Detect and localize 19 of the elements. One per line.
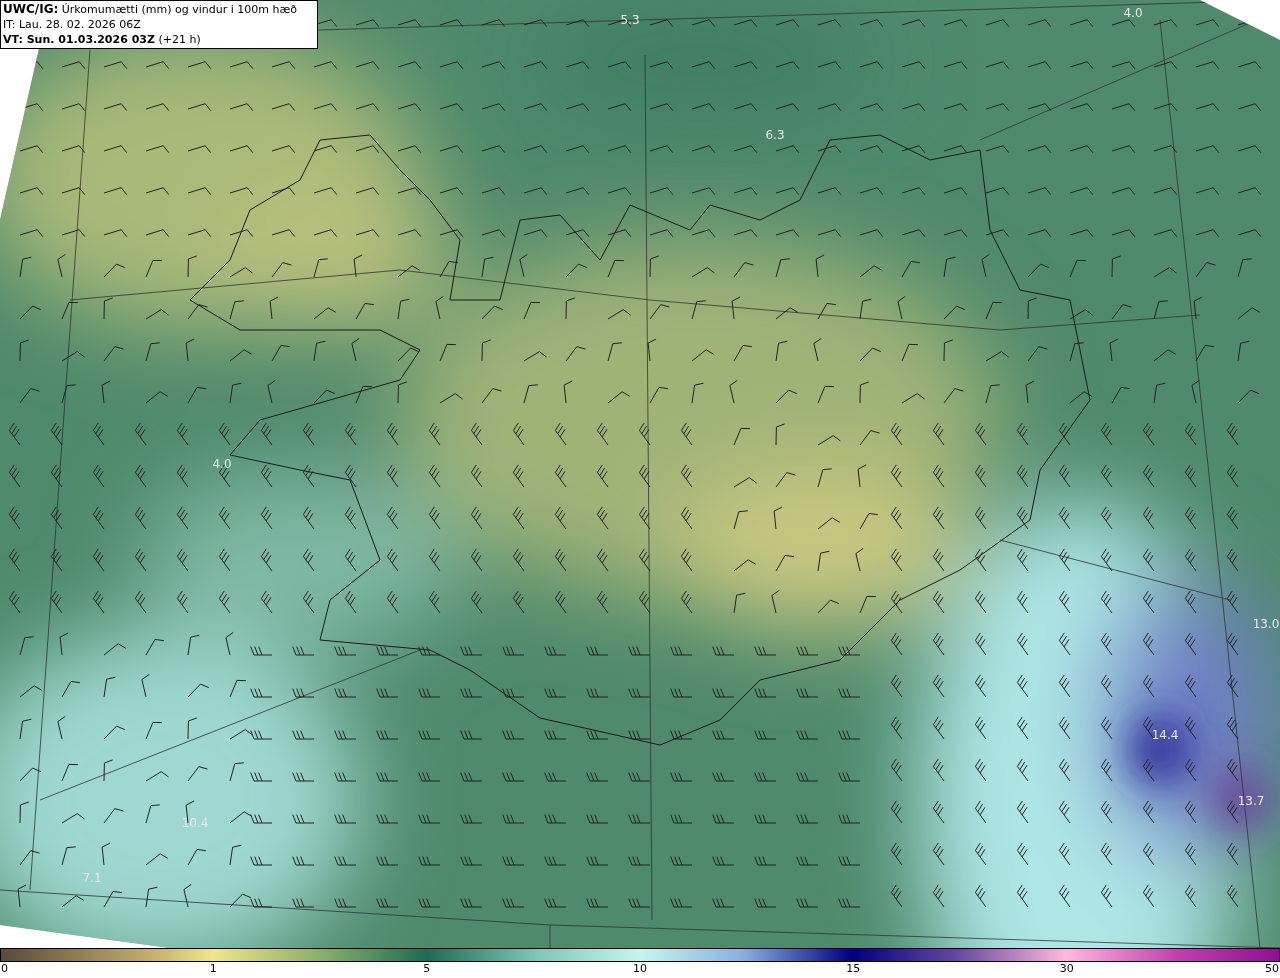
map-title: UWC/IG: Úrkomumætti (mm) og vindur i 100m hæð xyxy=(3,2,298,17)
value-label: 13.7 xyxy=(1237,794,1265,808)
value-label: 13.0 xyxy=(1252,617,1280,631)
value-label: 14.4 xyxy=(1151,728,1179,742)
colorbar-tick-label: 30 xyxy=(1059,962,1074,976)
colorbar-tick-label: 15 xyxy=(846,962,861,976)
colorbar-tick-label: 0 xyxy=(1,962,8,976)
value-label: 4.0 xyxy=(212,457,232,471)
colorbar-tick-label: 50 xyxy=(1265,962,1279,976)
valid-time: VT: Sun. 01.03.2026 03Z (+21 h) xyxy=(3,32,202,47)
issue-time: IT: Lau. 28. 02. 2026 06Z xyxy=(3,17,142,32)
value-label: 6.3 xyxy=(765,128,785,142)
colorbar-tick-label: 1 xyxy=(209,962,217,976)
value-label: 7.1 xyxy=(82,871,102,885)
value-label: 10.4 xyxy=(181,816,209,830)
value-label: 4.0 xyxy=(1123,6,1143,20)
value-label: 5.3 xyxy=(620,13,640,27)
colorbar-tick-label: 5 xyxy=(423,962,431,976)
colorbar-tick-label: 10 xyxy=(633,962,647,976)
